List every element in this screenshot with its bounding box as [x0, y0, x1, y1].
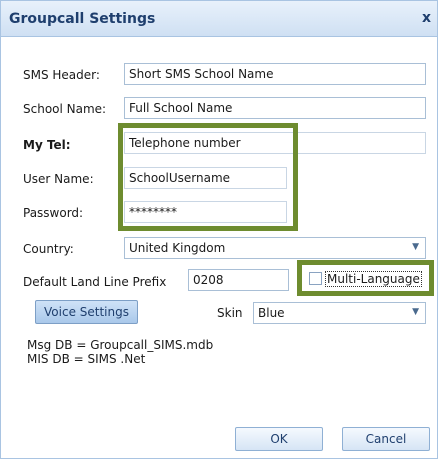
close-icon[interactable]: x: [422, 10, 431, 26]
land-line-prefix-label: Default Land Line Prefix: [23, 275, 167, 289]
country-select[interactable]: United Kingdom ▼: [124, 237, 426, 259]
skin-select[interactable]: Blue ▼: [253, 302, 426, 324]
school-name-label: School Name:: [23, 102, 107, 116]
chevron-down-icon[interactable]: ▼: [412, 307, 419, 317]
school-name-input[interactable]: Full School Name: [124, 97, 426, 119]
password-label: Password:: [23, 206, 84, 220]
window-title: Groupcall Settings: [9, 11, 156, 27]
settings-dialog: Groupcall Settings x SMS Header: Short S…: [0, 0, 438, 459]
land-line-prefix-input[interactable]: 0208: [188, 269, 289, 291]
skin-label: Skin: [217, 306, 243, 320]
mis-db-info: MIS DB = SIMS .Net: [27, 352, 146, 366]
user-name-label: User Name:: [23, 172, 94, 186]
multi-language-label[interactable]: Multi-Language: [325, 271, 422, 287]
chevron-down-icon[interactable]: ▼: [412, 242, 419, 252]
multi-language-checkbox[interactable]: [309, 272, 322, 285]
ok-button[interactable]: OK: [235, 427, 323, 451]
my-tel-label: My Tel:: [23, 138, 71, 152]
skin-value: Blue: [258, 306, 285, 320]
sms-header-input[interactable]: Short SMS School Name: [124, 63, 426, 85]
country-value: United Kingdom: [129, 241, 226, 255]
highlight-frame-credentials: [118, 123, 298, 231]
cancel-button[interactable]: Cancel: [342, 427, 430, 451]
sms-header-label: SMS Header:: [23, 68, 100, 82]
country-label: Country:: [23, 242, 74, 256]
voice-settings-button[interactable]: Voice Settings: [35, 300, 138, 324]
title-bar: Groupcall Settings x: [1, 1, 437, 37]
msg-db-info: Msg DB = Groupcall_SIMS.mdb: [27, 338, 214, 352]
